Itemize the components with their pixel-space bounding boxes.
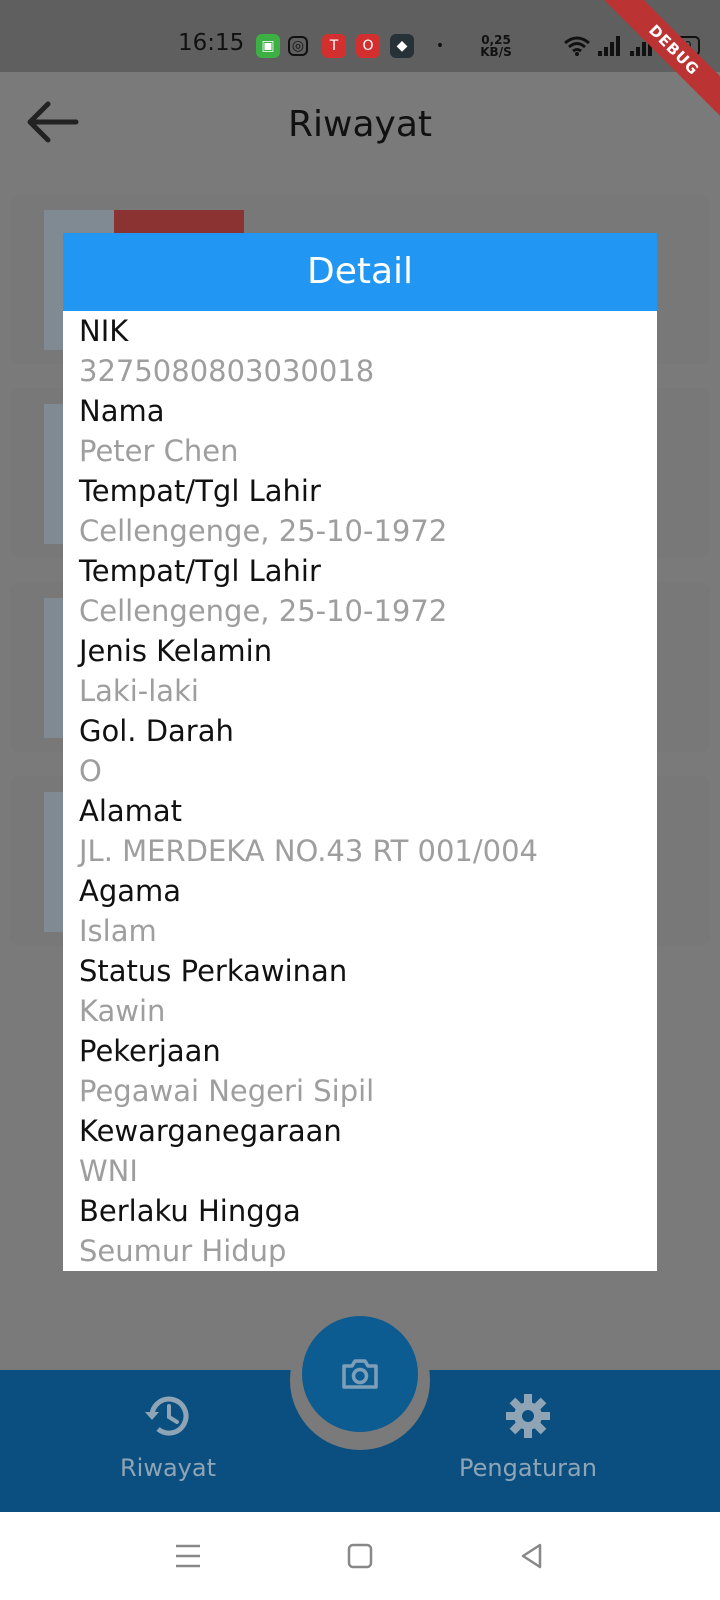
notification-shield-icon: ◆	[390, 34, 414, 58]
field-value: Peter Chen	[79, 434, 239, 468]
system-navigation-bar	[0, 1512, 720, 1600]
field-value: 3275080803030018	[79, 354, 375, 388]
field-value: Cellengenge, 25-10-1972	[79, 514, 448, 548]
dialog-body: NIK 3275080803030018 Nama Peter Chen Tem…	[63, 311, 657, 1271]
nav-item-riwayat[interactable]: Riwayat	[58, 1390, 278, 1482]
signal-1-icon	[598, 36, 622, 56]
menu-icon[interactable]	[170, 1538, 206, 1574]
field-label: Berlaku Hingga	[79, 1194, 301, 1228]
field-label: Nama	[79, 394, 165, 428]
history-icon	[145, 1396, 189, 1436]
field-value: Cellengenge, 25-10-1972	[79, 594, 448, 628]
status-bar: 16:15 ▣ ◎ T O ◆ • 0,25 KB/S 100	[0, 0, 720, 72]
field-value: Kawin	[79, 994, 166, 1028]
home-icon[interactable]	[342, 1538, 378, 1574]
app-bar: Riwayat	[0, 72, 720, 188]
field-label: Status Perkawinan	[79, 954, 348, 988]
wifi-icon	[564, 36, 590, 56]
dialog-title: Detail	[63, 233, 657, 311]
field-label: Jenis Kelamin	[79, 634, 273, 668]
page-title: Riwayat	[288, 104, 432, 145]
field-value: O	[79, 754, 102, 788]
field-label: NIK	[79, 314, 129, 348]
field-value: Islam	[79, 914, 157, 948]
field-label: Tempat/Tgl Lahir	[79, 554, 321, 588]
field-value: Seumur Hidup	[79, 1234, 287, 1268]
field-label: Kewarganegaraan	[79, 1114, 342, 1148]
field-label: Agama	[79, 874, 182, 908]
notification-app-icon: ▣	[256, 34, 280, 58]
field-value: JL. MERDEKA NO.43 RT 001/004	[79, 834, 538, 868]
field-label: Pekerjaan	[79, 1034, 221, 1068]
gear-icon	[506, 1394, 550, 1438]
field-label: Alamat	[79, 794, 183, 828]
field-value: Laki-laki	[79, 674, 199, 708]
field-label: Gol. Darah	[79, 714, 234, 748]
detail-dialog: Detail NIK 3275080803030018 Nama Peter C…	[63, 233, 657, 1271]
nav-item-pengaturan[interactable]: Pengaturan	[418, 1390, 638, 1482]
camera-icon	[342, 1359, 378, 1389]
instagram-icon: ◎	[288, 36, 308, 56]
field-value: WNI	[79, 1154, 138, 1188]
camera-button[interactable]	[302, 1316, 418, 1432]
status-time: 16:15	[178, 30, 245, 56]
notification-o-icon: O	[356, 34, 380, 58]
back-icon[interactable]	[514, 1538, 550, 1574]
network-speed: 0,25 KB/S	[480, 33, 512, 59]
notification-t-icon: T	[322, 34, 346, 58]
more-notifications-dot-icon: •	[435, 38, 445, 54]
field-value: Pegawai Negeri Sipil	[79, 1074, 375, 1108]
field-label: Tempat/Tgl Lahir	[79, 474, 321, 508]
